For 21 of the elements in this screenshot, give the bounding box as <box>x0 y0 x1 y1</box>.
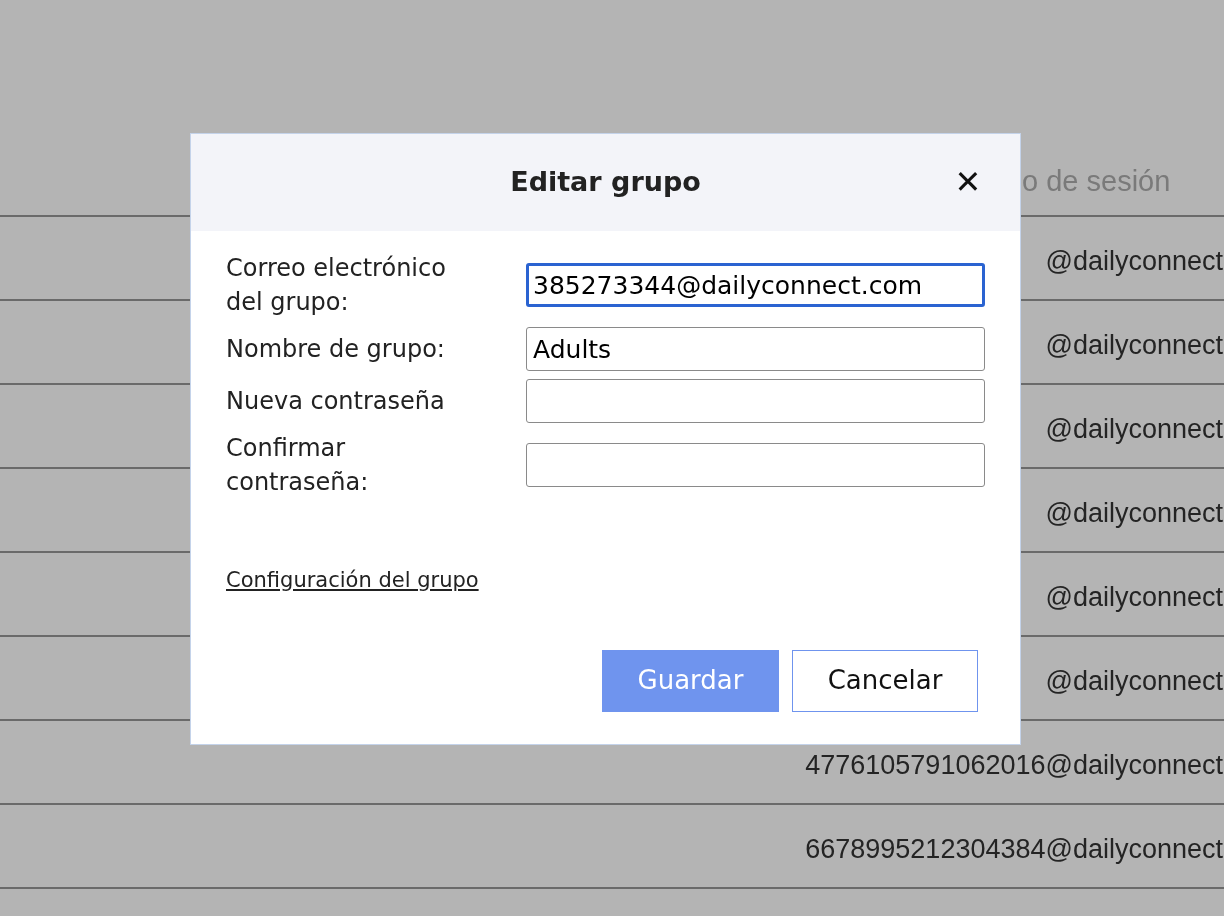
group-settings-link[interactable]: Configuración del grupo <box>226 565 479 597</box>
field-label: Nombre de grupo: <box>226 334 446 365</box>
table-cell-text: @dailyconnect <box>1045 664 1224 698</box>
input-field[interactable]: Adults <box>526 327 985 371</box>
column-header: o de sesión <box>1022 164 1171 199</box>
table-cell-text: @dailyconnect <box>1045 412 1224 446</box>
cancel-button[interactable]: Cancelar <box>792 649 978 712</box>
field-label: Correo electrónico del grupo: <box>226 253 447 318</box>
table-cell-text: 6678995212304384@dailyconnect <box>805 832 1224 866</box>
table-cell-text: 4776105791062016@dailyconnect <box>805 748 1224 782</box>
table-cell-text: @dailyconnect <box>1045 496 1224 530</box>
field-label: Nueva contraseña <box>226 386 446 417</box>
input-field[interactable]: 385273344@dailyconnect.com <box>526 263 985 307</box>
table-cell-text: @dailyconnect <box>1045 328 1224 362</box>
dialog-title: Editar grupo <box>510 165 701 200</box>
close-button[interactable]: ✕ <box>950 162 986 202</box>
field-label: Confirmar contraseña: <box>226 433 370 498</box>
table-cell-text: @dailyconnect <box>1045 580 1224 614</box>
input-field[interactable] <box>526 443 985 487</box>
table-cell-text: @dailyconnect <box>1045 244 1224 278</box>
input-field[interactable] <box>526 379 985 423</box>
